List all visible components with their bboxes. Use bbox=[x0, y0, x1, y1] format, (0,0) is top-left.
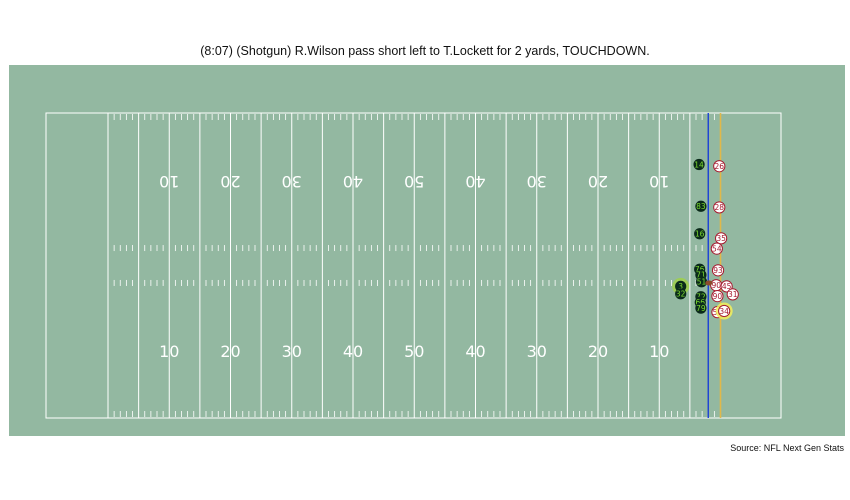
defense-jersey-number: 31 bbox=[728, 290, 738, 299]
offense-jersey-number: 79 bbox=[696, 304, 706, 313]
yard-number-top: 50 bbox=[404, 172, 424, 191]
yard-number-top: 40 bbox=[343, 172, 363, 191]
yard-number-bottom: 10 bbox=[649, 342, 669, 361]
defense-jersey-number: 28 bbox=[715, 203, 725, 212]
yard-number-bottom: 10 bbox=[159, 342, 179, 361]
offense-jersey-number: 16 bbox=[695, 230, 705, 239]
football-field-chart: 10 10 20 20 30 30 40 40 50 50 40 40 30 30 20 20 10 10 26 2… bbox=[9, 65, 845, 436]
football-icon bbox=[705, 280, 713, 286]
yard-number-bottom: 40 bbox=[343, 342, 363, 361]
defense-jersey-number: 90 bbox=[711, 281, 721, 290]
yard-number-bottom: 20 bbox=[588, 342, 608, 361]
yard-number-top: 20 bbox=[220, 172, 240, 191]
yard-number-bottom: 30 bbox=[527, 342, 547, 361]
yard-number-bottom: 30 bbox=[282, 342, 302, 361]
yard-number-bottom: 20 bbox=[220, 342, 240, 361]
yard-number-top: 30 bbox=[282, 172, 302, 191]
yard-number-top: 10 bbox=[159, 172, 179, 191]
offense-jersey-number: 32 bbox=[676, 290, 686, 299]
yard-number-bottom: 50 bbox=[404, 342, 424, 361]
offense-jersey-number: 83 bbox=[696, 202, 706, 211]
yard-number-top: 40 bbox=[465, 172, 485, 191]
yard-number-top: 30 bbox=[527, 172, 547, 191]
source-caption: Source: NFL Next Gen Stats bbox=[730, 443, 844, 453]
offense-jersey-number: 51 bbox=[697, 278, 707, 287]
defense-jersey-number: 90 bbox=[713, 292, 723, 301]
defense-jersey-number: 26 bbox=[715, 162, 725, 171]
defense-jersey-number: 54 bbox=[712, 244, 722, 253]
defense-jersey-number: 93 bbox=[713, 266, 723, 275]
yard-number-bottom: 40 bbox=[465, 342, 485, 361]
defense-jersey-number: 35 bbox=[716, 234, 726, 243]
defense-jersey-number: 34 bbox=[719, 307, 729, 316]
yard-number-top: 20 bbox=[588, 172, 608, 191]
yard-number-top: 10 bbox=[649, 172, 669, 191]
offense-jersey-number: 14 bbox=[694, 160, 704, 169]
